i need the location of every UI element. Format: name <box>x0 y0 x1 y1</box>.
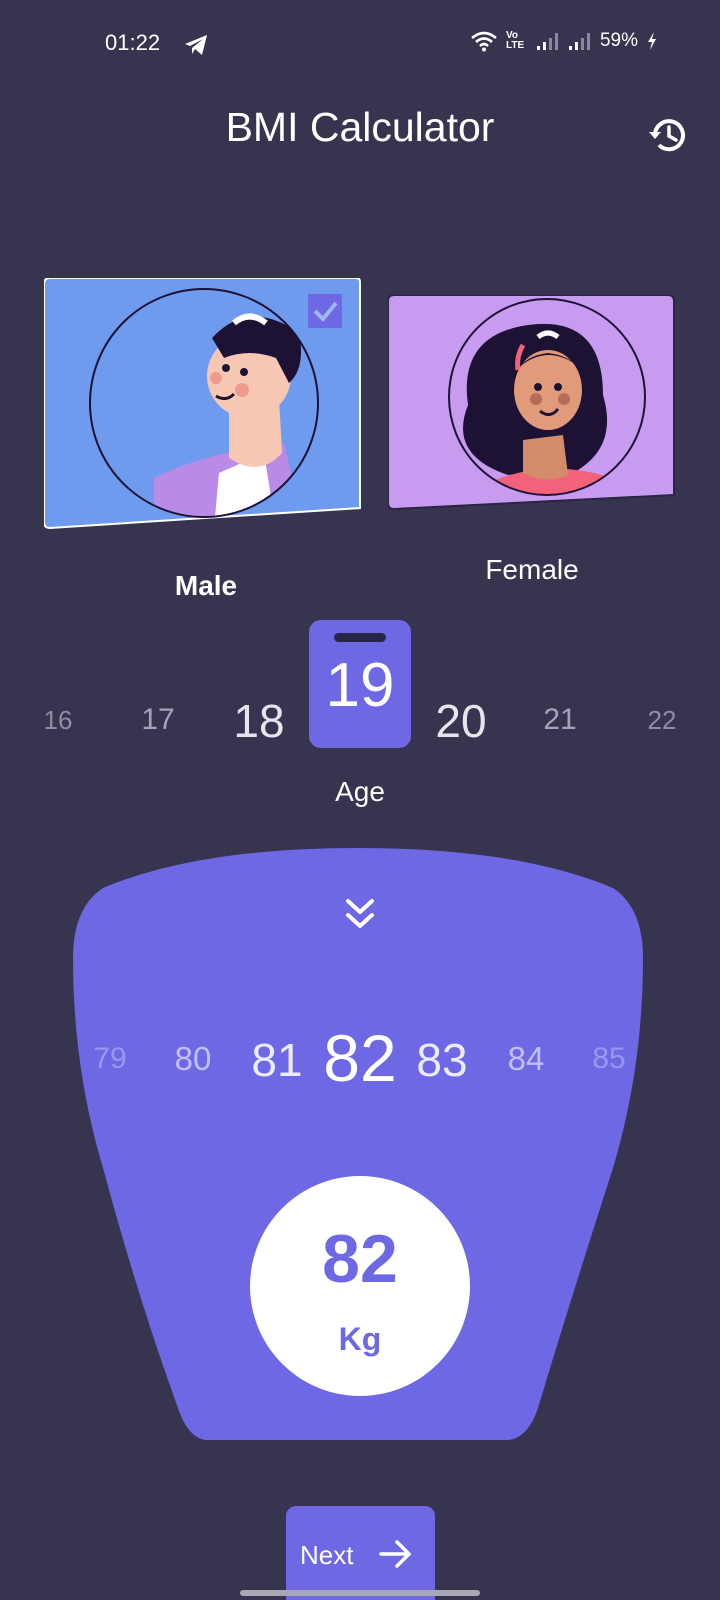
age-selected-value: 19 <box>325 651 395 720</box>
male-label: Male <box>174 570 238 601</box>
wifi-icon <box>471 31 497 52</box>
age-option[interactable]: 18 <box>233 694 284 748</box>
weight-unit: Kg <box>338 1321 382 1357</box>
signal-icon <box>568 33 590 50</box>
telegram-icon <box>185 35 207 55</box>
age-option[interactable]: 21 <box>543 703 576 737</box>
age-option[interactable]: 22 <box>648 705 677 736</box>
status-icons: Vo LTE 59% <box>470 30 658 52</box>
female-avatar <box>388 295 675 511</box>
age-selected-box[interactable]: 19 <box>309 620 411 748</box>
weight-display: 82 Kg <box>250 1176 470 1396</box>
status-time: 01:22 <box>105 30 161 55</box>
history-icon[interactable] <box>646 113 690 157</box>
weight-option[interactable]: 81 <box>251 1033 302 1087</box>
next-button[interactable]: Next <box>286 1506 435 1600</box>
battery-percent: 59% <box>599 30 638 51</box>
charging-icon <box>648 32 656 50</box>
age-option[interactable]: 20 <box>435 694 486 748</box>
home-indicator[interactable] <box>240 1590 480 1596</box>
age-selector-notch <box>334 633 386 642</box>
age-label: Age <box>335 776 385 807</box>
weight-option[interactable]: 79 <box>93 1042 126 1076</box>
female-card[interactable] <box>388 295 676 518</box>
weight-option[interactable]: 85 <box>592 1042 625 1076</box>
next-button-label: Next <box>300 1540 354 1570</box>
age-option[interactable]: 16 <box>44 705 73 736</box>
male-card[interactable] <box>44 278 366 532</box>
arrow-right-icon <box>379 1540 411 1568</box>
weight-option[interactable]: 83 <box>416 1033 467 1087</box>
age-option[interactable]: 17 <box>141 703 174 737</box>
signal-icon <box>536 33 558 50</box>
weight-option[interactable]: 80 <box>175 1040 212 1078</box>
male-avatar <box>44 278 361 530</box>
double-chevron-down-icon[interactable] <box>343 895 377 933</box>
weight-selected-value[interactable]: 82 <box>323 1020 396 1096</box>
weight-display-value: 82 <box>322 1221 398 1297</box>
page-title: BMI Calculator <box>225 104 495 150</box>
weight-option[interactable]: 84 <box>508 1040 545 1078</box>
volte-icon: Vo LTE <box>505 30 525 51</box>
female-label: Female <box>485 554 579 585</box>
checkbox-checked-icon <box>308 294 342 328</box>
